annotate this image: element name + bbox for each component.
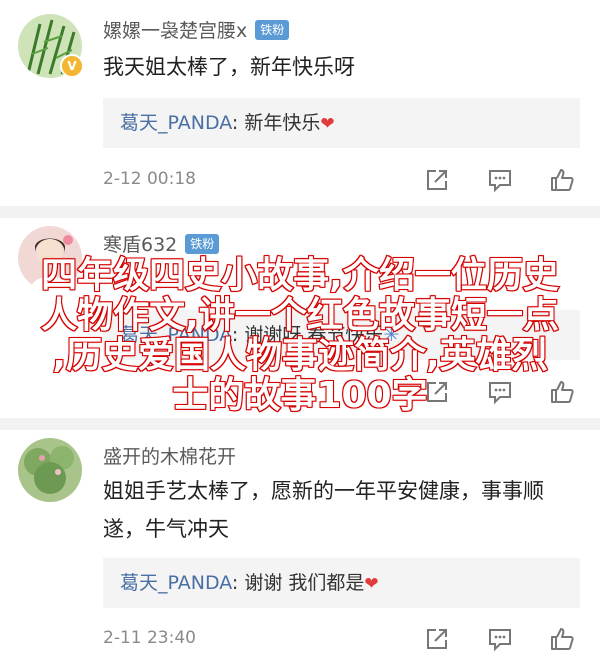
heart-icon: ❤ <box>320 114 335 134</box>
reply-colon: : <box>231 112 245 134</box>
reply-colon: : <box>231 572 245 594</box>
username[interactable]: 嫘嫘一袅楚宫腰x 铁粉 <box>103 16 290 43</box>
username-text[interactable]: 盛开的木棉花开 <box>103 446 236 468</box>
overlay-line: 四年级四史小故事,介绍一位历史 <box>40 255 560 297</box>
share-icon[interactable] <box>423 625 451 653</box>
comment-icon[interactable] <box>486 625 514 653</box>
reply-box[interactable]: 葛天_PANDA: 谢谢 我们都是❤ <box>103 558 580 608</box>
username-text[interactable]: 寒盾632 <box>103 234 177 256</box>
like-icon[interactable] <box>548 166 576 194</box>
verified-icon: V <box>60 54 84 78</box>
fan-badge: 铁粉 <box>185 233 220 254</box>
overlay-line: 人物作文,讲一个红色故事短一点 <box>40 295 560 337</box>
username-text[interactable]: 嫘嫘一袅楚宫腰x <box>103 20 247 42</box>
overlay-line: 士的故事100字 <box>171 375 428 417</box>
reply-username[interactable]: 葛天_PANDA <box>120 112 232 134</box>
comment-3: 盛开的木棉花开 姐姐手艺太棒了，愿新的一年平安健康，事事顺遂，牛气冲天 葛天_P… <box>0 430 600 662</box>
overlay-title: 四年级四史小故事,介绍一位历史 人物作文,讲一个红色故事短一点 ,历史爱国人物事… <box>0 255 600 417</box>
reply-text: 新年快乐 <box>244 112 321 134</box>
comment-icon[interactable] <box>486 166 514 194</box>
comment-1: V 嫘嫘一袅楚宫腰x 铁粉 我天姐太棒了，新年快乐呀 葛天_PANDA: 新年快乐… <box>0 0 600 205</box>
fan-badge: 铁粉 <box>255 19 290 40</box>
divider <box>0 206 600 218</box>
share-icon[interactable] <box>423 166 451 194</box>
reply-text: 谢谢 我们都是 <box>244 572 365 594</box>
divider <box>0 418 600 430</box>
heart-icon: ❤ <box>364 574 379 594</box>
username[interactable]: 寒盾632 铁粉 <box>103 230 220 257</box>
username[interactable]: 盛开的木棉花开 <box>103 442 236 469</box>
reply-username[interactable]: 葛天_PANDA <box>120 572 232 594</box>
overlay-line: ,历史爱国人物事迹简介,英雄烈 <box>51 335 548 377</box>
comment-actions <box>420 166 580 196</box>
reply-box[interactable]: 葛天_PANDA: 新年快乐❤ <box>103 98 580 148</box>
avatar[interactable] <box>18 438 82 502</box>
comment-text: 姐姐手艺太棒了，愿新的一年平安健康，事事顺遂，牛气冲天 <box>103 479 544 541</box>
timestamp: 2-11 23:40 <box>103 628 196 648</box>
comment-text: 我天姐太棒了，新年快乐呀 <box>103 55 355 79</box>
comment-actions <box>420 625 580 655</box>
timestamp: 2-12 00:18 <box>103 169 196 189</box>
like-icon[interactable] <box>548 625 576 653</box>
